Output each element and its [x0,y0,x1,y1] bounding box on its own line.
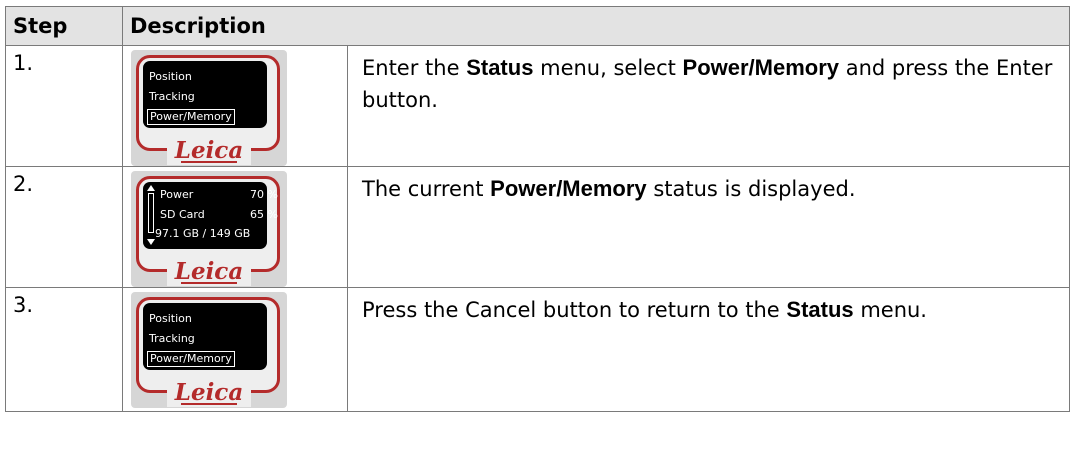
menu-item-position: Position [149,312,192,325]
scroll-up-arrow-icon [147,185,155,191]
menu-item-tracking: Tracking [149,332,195,345]
step-number: 3. [5,287,123,412]
power-row: Power 70 % [160,188,278,202]
leica-logo: Leica [167,381,251,407]
sd-card-row: SD Card 65 % [160,208,278,222]
device-display-image: Power 70 % SD Card 65 % 97.1 GB / 149 GB… [131,171,287,287]
header-step: Step [5,6,123,46]
step-description: Enter the Status menu, select Power/Memo… [346,45,1071,167]
table-row: 2. Power 70 % SD Card 65 % 97.1 GB / 149… [5,166,1071,288]
scrollbar-icon [148,193,154,233]
device-image-cell: Position Tracking Power/Memory Leica [122,45,348,167]
device-screen: Power 70 % SD Card 65 % 97.1 GB / 149 GB [143,182,278,249]
sd-card-label: SD Card [160,208,205,221]
menu-item-position: Position [149,70,192,83]
scroll-down-arrow-icon [147,239,155,245]
power-label: Power [160,188,194,201]
steps-table: Step Description 1. Position Tracking Po… [5,6,1071,412]
step-number: 1. [5,45,123,167]
leica-logo: Leica [167,139,251,165]
table-row: 3. Position Tracking Power/Memory Leica … [5,287,1071,412]
menu-item-power-memory: Power/Memory [147,351,235,367]
leica-logo: Leica [167,260,251,286]
step-number: 2. [5,166,123,288]
menu-item-tracking: Tracking [149,90,195,103]
storage-row: 97.1 GB / 149 GB [155,227,250,241]
sd-card-value: 65 % [250,208,278,221]
device-image-cell: Position Tracking Power/Memory Leica [122,287,348,412]
step-description: The current Power/Memory status is displ… [346,166,1071,288]
power-value: 70 % [250,188,278,201]
device-screen: Position Tracking Power/Memory [143,61,267,128]
menu-item-power-memory: Power/Memory [147,109,235,125]
device-screen: Position Tracking Power/Memory [143,303,267,370]
device-display-image: Position Tracking Power/Memory Leica [131,50,287,166]
header-description: Description [121,6,1071,46]
header-row: Step Description [5,6,1071,46]
step-description: Press the Cancel button to return to the… [346,287,1071,412]
device-display-image: Position Tracking Power/Memory Leica [131,292,287,408]
storage-value: 97.1 GB / 149 GB [155,227,251,240]
table-row: 1. Position Tracking Power/Memory Leica … [5,45,1071,167]
device-image-cell: Power 70 % SD Card 65 % 97.1 GB / 149 GB… [122,166,348,288]
